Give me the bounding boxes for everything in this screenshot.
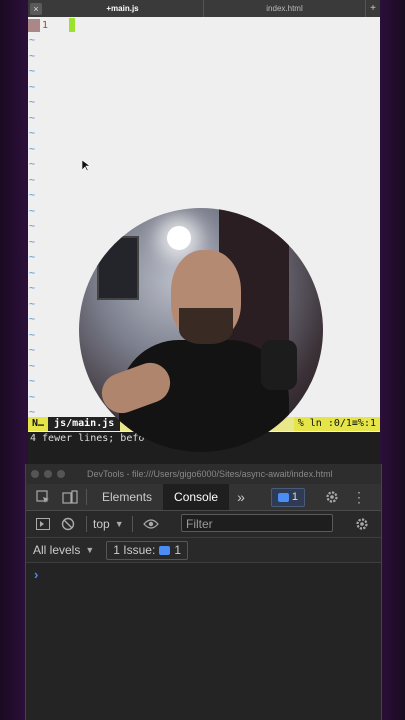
empty-line-tilde: ~	[29, 128, 36, 139]
text-cursor	[69, 18, 75, 32]
tab-index-html[interactable]: index.html	[203, 0, 365, 17]
empty-line-tilde: ~	[29, 298, 36, 310]
devtools-title: DevTools - file:///Users/gigo6000/Sites/…	[87, 469, 333, 479]
empty-line-tilde: ~	[29, 97, 36, 108]
window-close-dot[interactable]	[31, 470, 39, 478]
status-filename: js/main.js	[48, 417, 121, 431]
console-settings-gear-icon[interactable]	[354, 517, 370, 531]
editor-tab-bar: × +main.js index.html +	[28, 0, 380, 17]
devtools-title-bar: DevTools - file:///Users/gigo6000/Sites/…	[26, 464, 381, 484]
devtools-tab-bar: Elements Console » 1 ⋮	[26, 484, 381, 511]
messages-badge[interactable]: 1	[270, 487, 305, 507]
issue-message-icon	[159, 545, 171, 555]
empty-line-tilde: ~	[29, 360, 36, 372]
webcam-overlay	[79, 208, 323, 452]
log-levels-dropdown[interactable]: All levels	[33, 543, 80, 557]
context-selector[interactable]: top	[93, 517, 110, 531]
close-tab-button[interactable]: ×	[30, 2, 42, 15]
empty-line-tilde: ~	[29, 50, 36, 62]
microphone-icon	[261, 340, 297, 390]
console-prompt[interactable]: ›	[34, 567, 38, 582]
mouse-pointer-icon	[82, 160, 90, 172]
device-toolbar-icon[interactable]	[58, 490, 82, 504]
empty-line-tilde: ~	[29, 329, 36, 341]
toolbar-divider	[86, 516, 87, 532]
line-number-gutter	[28, 19, 40, 32]
show-sidebar-icon[interactable]	[30, 518, 56, 530]
tab-main-js[interactable]: +main.js	[42, 0, 203, 17]
empty-line-tilde: ~	[29, 236, 36, 248]
inspect-element-icon[interactable]	[28, 490, 58, 504]
devtools-panel: DevTools - file:///Users/gigo6000/Sites/…	[25, 464, 382, 720]
empty-line-tilde: ~	[29, 81, 36, 93]
webcam-person-beard	[179, 308, 233, 344]
empty-line-tilde: ~	[29, 314, 36, 325]
empty-line-tilde: ~	[29, 143, 36, 155]
live-expression-eye-icon[interactable]	[141, 519, 161, 529]
empty-line-tilde: ~	[29, 35, 36, 46]
empty-line-tilde: ~	[29, 174, 36, 186]
tab-elements[interactable]: Elements	[91, 484, 163, 510]
toolbar-divider	[131, 516, 133, 532]
chevron-down-icon: ▼	[85, 545, 95, 555]
editor-line: 1	[28, 19, 48, 32]
empty-line-tilde: ~	[29, 205, 36, 217]
clear-console-icon[interactable]	[56, 517, 80, 531]
issues-badge[interactable]: 1 Issue: 1	[106, 540, 188, 560]
more-tabs-button[interactable]: »	[229, 489, 253, 505]
settings-gear-icon[interactable]	[319, 490, 345, 504]
window-zoom-dot[interactable]	[57, 470, 65, 478]
webcam-ceiling-light	[167, 226, 191, 250]
empty-line-tilde: ~	[29, 283, 36, 294]
issues-count: 1	[174, 543, 181, 557]
empty-line-tilde: ~	[29, 66, 36, 77]
new-tab-button[interactable]: +	[365, 0, 380, 17]
tab-console[interactable]: Console	[163, 484, 230, 510]
issues-label: 1 Issue:	[113, 543, 156, 557]
chevron-down-icon: ▼	[114, 519, 124, 529]
mode-indicator: N…	[28, 417, 49, 431]
filter-input[interactable]: Filter	[181, 514, 333, 532]
empty-line-tilde: ~	[29, 252, 36, 263]
empty-line-tilde: ~	[29, 221, 36, 232]
more-options-kebab-icon[interactable]: ⋮	[349, 490, 369, 504]
webcam-wall-frame	[97, 236, 139, 300]
window-minimize-dot[interactable]	[44, 470, 52, 478]
empty-line-tilde: ~	[29, 376, 36, 387]
empty-line-tilde: ~	[29, 112, 36, 124]
log-levels-bar: All levels ▼ 1 Issue: 1	[26, 538, 381, 563]
toolbar-divider	[86, 489, 87, 505]
line-number: 1	[42, 20, 49, 31]
empty-line-tilde: ~	[29, 267, 36, 279]
empty-line-tilde: ~	[29, 345, 36, 356]
console-toolbar: top ▼ Filter	[26, 511, 381, 538]
messages-count: 1	[291, 491, 298, 503]
cursor-position: % ln :0/1≡%:1	[293, 417, 380, 431]
empty-line-tilde: ~	[29, 159, 36, 170]
empty-line-tilde: ~	[29, 190, 36, 201]
empty-line-tilde: ~	[29, 391, 36, 403]
message-icon	[277, 492, 289, 502]
